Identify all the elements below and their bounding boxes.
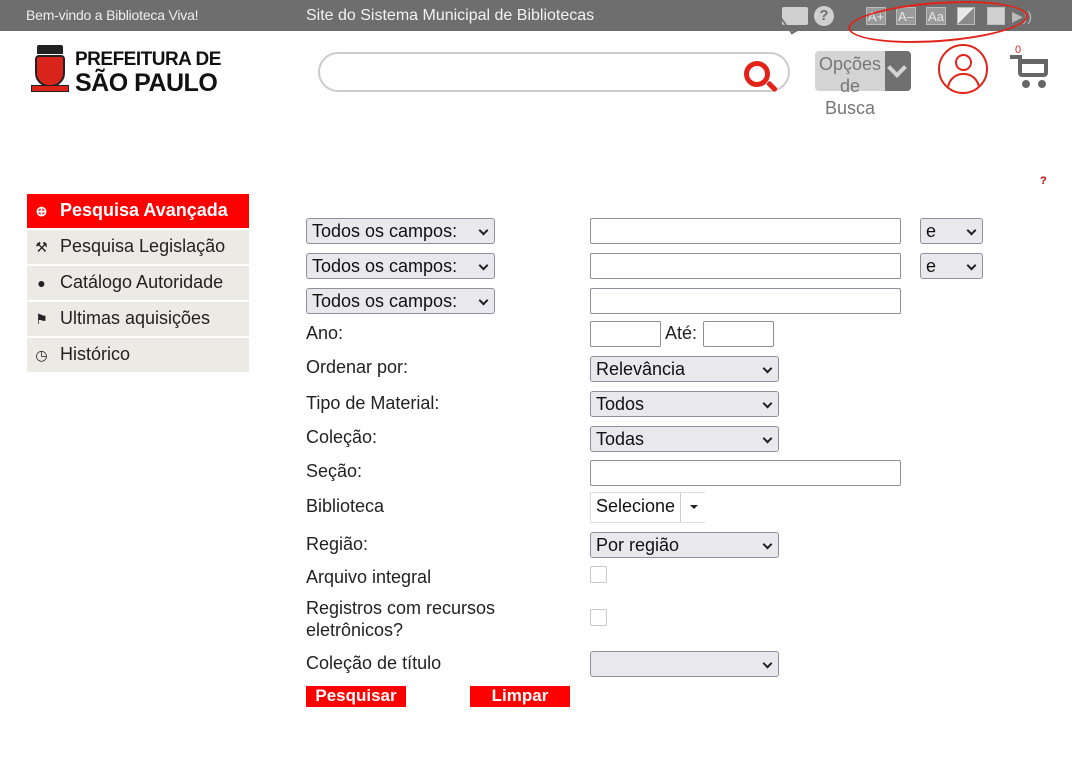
- user-icon: ●: [37, 275, 46, 291]
- chevron-down-icon: [762, 539, 773, 550]
- tipo-material-label: Tipo de Material:: [306, 393, 440, 413]
- term-input-1[interactable]: [590, 218, 901, 244]
- coat-of-arms-icon: [31, 45, 69, 93]
- clock-icon: ◷: [35, 347, 48, 363]
- caret-down-icon[interactable]: [680, 493, 705, 522]
- field-select-1[interactable]: Todos os campos:: [306, 218, 495, 244]
- sidebar-item-label: Histórico: [60, 344, 131, 364]
- chevron-down-icon: [762, 398, 773, 409]
- ordenar-label: Ordenar por:: [306, 357, 409, 377]
- term-input-3[interactable]: [590, 288, 901, 314]
- chevron-down-icon: [966, 260, 977, 271]
- secao-input[interactable]: [590, 460, 901, 486]
- sidebar-item-label: Pesquisa Legislação: [60, 236, 226, 256]
- biblioteca-label: Biblioteca: [306, 496, 385, 516]
- help-icon[interactable]: ?: [814, 6, 834, 26]
- tipo-material-value: Todos: [596, 394, 645, 414]
- colecao-titulo-label: Coleção de título: [306, 653, 442, 673]
- ano-from-input[interactable]: [590, 321, 661, 347]
- colecao-titulo-select[interactable]: [590, 651, 779, 677]
- search-icon[interactable]: [744, 61, 779, 97]
- prefeitura-logo[interactable]: PREFEITURA DE SÃO PAULO: [31, 45, 221, 97]
- chevron-down-icon: [762, 363, 773, 374]
- search-options-label: Opções de Busca: [818, 54, 882, 118]
- ano-to-input[interactable]: [703, 321, 774, 347]
- operator-select-2[interactable]: e: [920, 253, 983, 279]
- biblioteca-select[interactable]: Selecione: [590, 492, 705, 523]
- field-select-value: Todos os campos:: [312, 291, 458, 311]
- site-title: Site do Sistema Municipal de Bibliotecas: [306, 7, 595, 24]
- arquivo-integral-label: Arquivo integral: [306, 567, 432, 587]
- ordenar-value: Relevância: [596, 359, 686, 379]
- operator-value: e: [926, 256, 937, 276]
- field-select-value: Todos os campos:: [312, 256, 458, 276]
- registros-label-line1: Registros com recursos: [306, 598, 496, 618]
- ano-label: Ano:: [306, 323, 344, 343]
- colecao-value: Todas: [596, 429, 645, 449]
- sidebar-item-ultimas-aquisicoes[interactable]: ⚑ Ultimas aquisições: [27, 302, 249, 336]
- flag-icon: ⚑: [35, 311, 48, 327]
- ordenar-select[interactable]: Relevância: [590, 356, 779, 382]
- field-select-2[interactable]: Todos os campos:: [306, 253, 495, 279]
- sidebar-item-pesquisa-legislacao[interactable]: ⚒ Pesquisa Legislação: [27, 230, 249, 264]
- colecao-label: Coleção:: [306, 427, 378, 447]
- biblioteca-value: Selecione: [596, 496, 676, 516]
- sidebar-item-historico[interactable]: ◷ Histórico: [27, 338, 249, 372]
- search-plus-icon: ⊕: [35, 203, 48, 219]
- chevron-down-icon: [478, 260, 489, 271]
- search-options-button[interactable]: Opções de Busca: [815, 51, 911, 118]
- gavel-icon: ⚒: [35, 239, 48, 255]
- ate-label: Até:: [665, 323, 698, 343]
- logo-line1: PREFEITURA DE: [75, 49, 221, 70]
- cart-icon[interactable]: [1010, 55, 1052, 89]
- regiao-select[interactable]: Por região: [590, 532, 779, 558]
- registros-label-line2: eletrônicos?: [306, 620, 404, 640]
- operator-value: e: [926, 221, 937, 241]
- chevron-down-icon: [478, 295, 489, 306]
- sidebar: ⊕ Pesquisa Avançada ⚒ Pesquisa Legislaçã…: [27, 194, 249, 374]
- secao-label: Seção:: [306, 461, 363, 481]
- chevron-down-icon: [966, 225, 977, 236]
- operator-select-1[interactable]: e: [920, 218, 983, 244]
- chevron-down-icon: [762, 433, 773, 444]
- regiao-value: Por região: [596, 535, 680, 555]
- logo-line2: SÃO PAULO: [75, 69, 218, 97]
- tipo-material-select[interactable]: Todos: [590, 391, 779, 417]
- arquivo-integral-checkbox[interactable]: [590, 566, 607, 583]
- chevron-down-icon: [762, 658, 773, 669]
- colecao-select[interactable]: Todas: [590, 426, 779, 452]
- search-input[interactable]: [318, 52, 790, 92]
- pesquisar-button[interactable]: Pesquisar: [306, 686, 406, 707]
- registros-eletronicos-checkbox[interactable]: [590, 609, 607, 626]
- sidebar-item-label: Catálogo Autoridade: [60, 272, 224, 292]
- regiao-label: Região:: [306, 534, 369, 554]
- chevron-down-icon: [478, 225, 489, 236]
- field-select-value: Todos os campos:: [312, 221, 458, 241]
- sidebar-item-pesquisa-avancada[interactable]: ⊕ Pesquisa Avançada: [27, 194, 249, 228]
- sidebar-item-label: Pesquisa Avançada: [60, 200, 228, 220]
- field-select-3[interactable]: Todos os campos:: [306, 288, 495, 314]
- help-link[interactable]: ?: [1040, 175, 1047, 187]
- mail-icon[interactable]: [782, 7, 808, 25]
- user-account-icon[interactable]: [938, 44, 988, 94]
- sidebar-item-label: Ultimas aquisições: [60, 308, 211, 328]
- welcome-text: Bem-vindo a Biblioteca Viva!: [26, 7, 199, 23]
- sidebar-item-catalogo-autoridade[interactable]: ● Catálogo Autoridade: [27, 266, 249, 300]
- term-input-2[interactable]: [590, 253, 901, 279]
- limpar-button[interactable]: Limpar: [470, 686, 570, 707]
